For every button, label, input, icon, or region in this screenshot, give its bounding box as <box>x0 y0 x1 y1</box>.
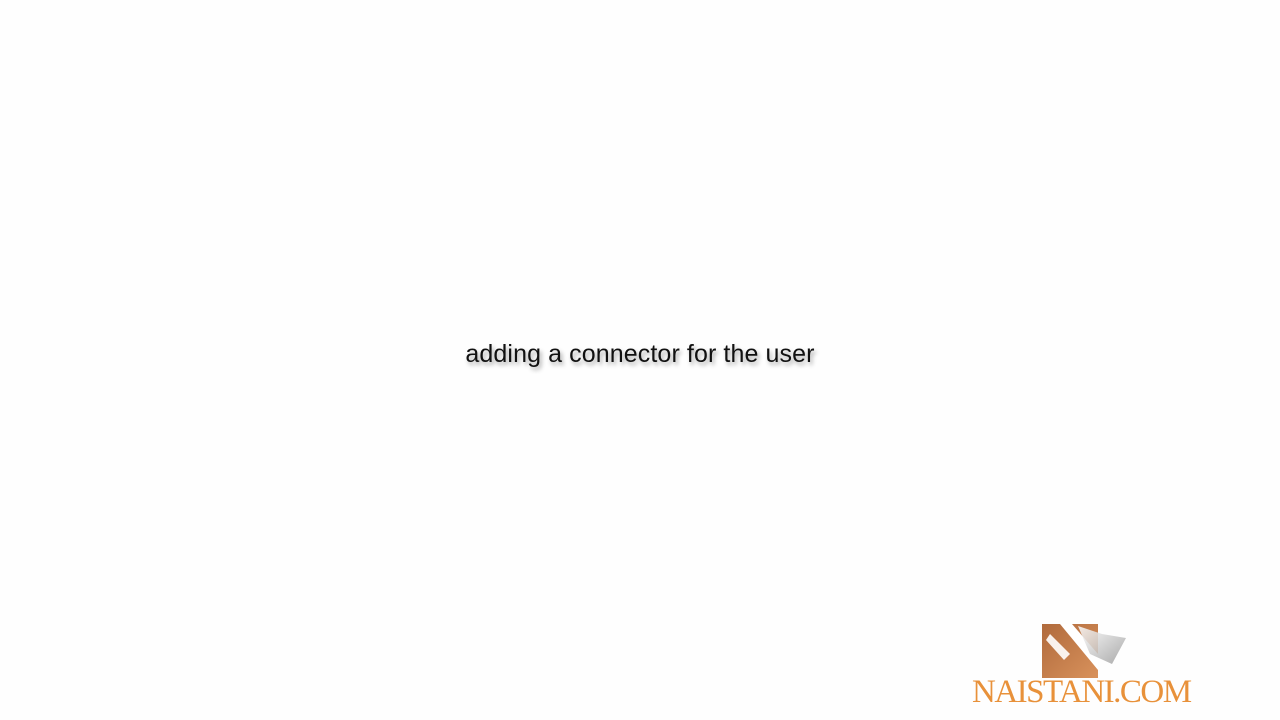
caption-text: adding a connector for the user <box>465 340 815 368</box>
logo-text: NAISTANI.COM <box>972 674 1192 710</box>
video-frame: adding a connector for the user NAISTANI… <box>0 0 1280 720</box>
naistani-logo-mark-icon <box>1042 624 1126 678</box>
site-logo: NAISTANI.COM <box>968 622 1232 714</box>
